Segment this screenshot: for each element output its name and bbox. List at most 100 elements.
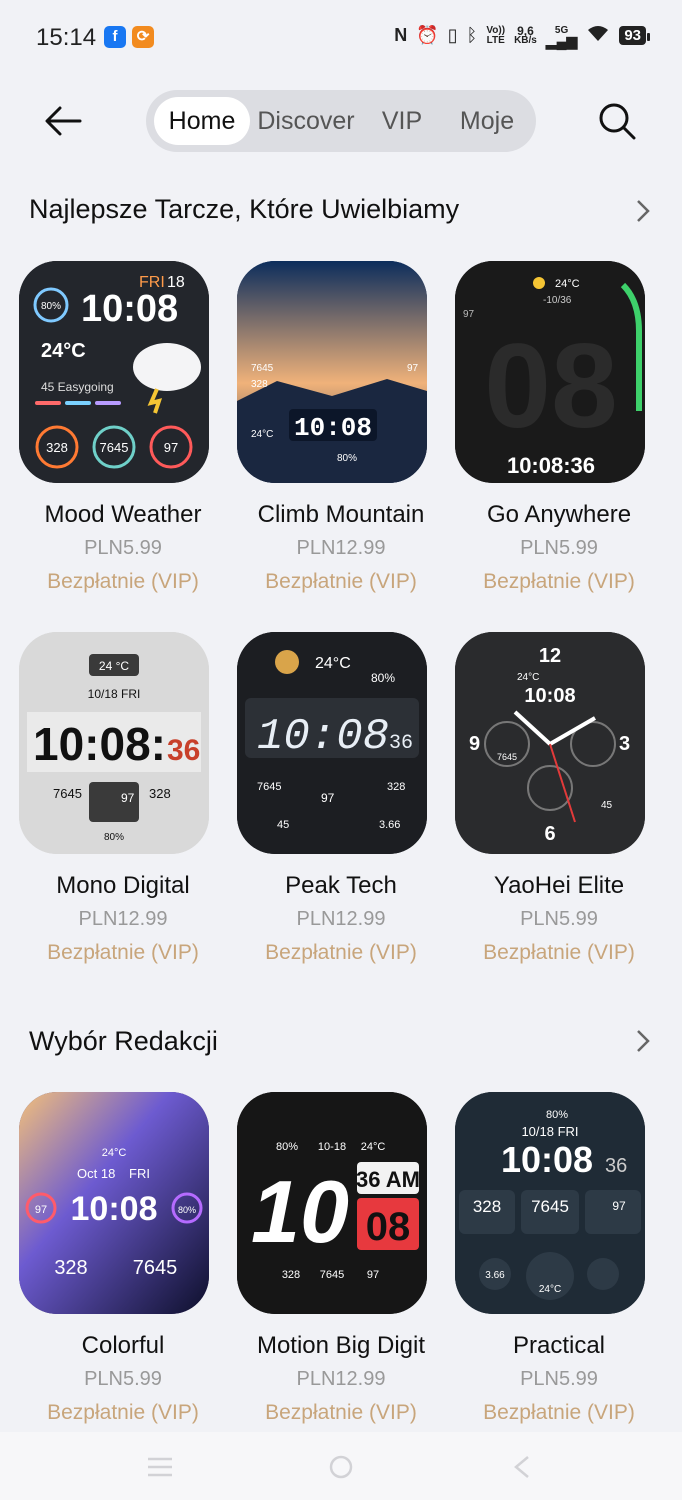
face-text: 328 (473, 1197, 501, 1216)
back-arrow-icon[interactable] (40, 98, 86, 144)
watch-face-preview: 10:08 7645 328 24°C 97 80% (237, 261, 427, 483)
face-text: 10/18 FRI (521, 1124, 578, 1139)
face-price: PLN12.99 (296, 1368, 386, 1390)
face-name: Mono Digital (56, 872, 190, 899)
face-text: 3 (619, 733, 630, 755)
search-icon[interactable] (596, 100, 638, 142)
volte-bottom: LTE (486, 34, 505, 46)
section-title-editors-choice: Wybór Redakcji (29, 1026, 218, 1056)
tab-discover[interactable]: Discover (254, 97, 358, 145)
face-price: PLN5.99 (520, 1368, 598, 1390)
section-title-top-faces: Najlepsze Tarcze, Które Uwielbiamy (29, 194, 460, 224)
tab-home[interactable]: Home (154, 97, 250, 145)
chevron-right-icon[interactable] (630, 196, 654, 226)
face-text: 80% (104, 832, 124, 843)
face-text: 36 (605, 1155, 627, 1177)
tab-vip[interactable]: VIP (368, 97, 436, 145)
face-text: 7645 (497, 752, 517, 762)
face-text: 97 (463, 309, 475, 320)
face-vip-label: Bezpłatnie (VIP) (265, 941, 417, 964)
face-name: Motion Big Digit (256, 1332, 426, 1359)
menu-icon[interactable] (146, 1456, 174, 1483)
wifi-icon (586, 24, 610, 47)
face-text: 80% (546, 1109, 568, 1121)
system-nav-bar (0, 1432, 682, 1500)
face-text: Oct 18 (77, 1166, 115, 1181)
face-price: PLN5.99 (84, 537, 162, 559)
watch-face-preview: 80% FRI 18 10:08 24°C 45 Easygoing 328 7… (19, 261, 209, 483)
face-name: Go Anywhere (486, 501, 632, 528)
tab-moje[interactable]: Moje (446, 97, 528, 145)
face-vip-label: Bezpłatnie (VIP) (265, 1401, 417, 1424)
face-text: 3.66 (379, 819, 400, 831)
face-name: Peak Tech (285, 872, 397, 899)
face-text: 97 (164, 440, 178, 455)
face-name: Climb Mountain (257, 501, 425, 528)
face-name: Mood Weather (44, 501, 202, 528)
face-text: 6 (544, 823, 555, 845)
net-speed: 9,6 KB/s (514, 23, 537, 46)
face-text: 328 (54, 1257, 87, 1279)
face-text: 24°C (555, 278, 580, 290)
face-text: 24°C (251, 429, 273, 440)
face-text: 7645 (531, 1197, 569, 1216)
watch-face-preview: 80% 10-18 24°C 10 36 AM 08 328 7645 97 (237, 1092, 427, 1314)
face-text: 45 (277, 819, 289, 831)
face-text: 97 (407, 363, 419, 374)
home-circle-icon[interactable] (328, 1454, 354, 1485)
bluetooth-icon: ᛒ (466, 25, 478, 45)
face-text: 7645 (257, 781, 281, 793)
watch-face-preview: 12 24°C 10:08 9 3 6 7645 45 (455, 632, 645, 854)
volte-indicator: Vo)) LTE (486, 24, 506, 46)
face-vip-label: Bezpłatnie (VIP) (47, 570, 199, 593)
face-text: 80% (41, 301, 61, 312)
face-text: 10:08 (81, 288, 178, 330)
face-text: 08 (366, 1205, 411, 1249)
face-text: 10:08: (33, 718, 166, 770)
face-text: 3.66 (485, 1270, 505, 1281)
face-text: 24°C (539, 1284, 561, 1295)
face-text: 97 (35, 1204, 47, 1216)
face-text: 10:08:36 (507, 453, 595, 478)
vibrate-icon: ▯ (447, 25, 458, 45)
face-text: 80% (337, 453, 357, 464)
face-text: 24°C (102, 1147, 127, 1159)
face-text: 10:08 (71, 1190, 158, 1228)
facebook-icon: f (104, 26, 126, 48)
face-text: 10:08 (257, 712, 389, 762)
face-text: 24°C (41, 340, 86, 362)
watch-face-preview: 24°C 80% 10:08 36 7645 97 328 45 3.66 (237, 632, 427, 854)
face-text: 45 (601, 800, 613, 811)
face-vip-label: Bezpłatnie (VIP) (47, 1401, 199, 1424)
net-speed-value: 9,6 (517, 23, 534, 38)
face-vip-label: Bezpłatnie (VIP) (483, 570, 635, 593)
chevron-right-icon[interactable] (630, 1026, 654, 1056)
tab-bar: Home Discover VIP Moje (146, 90, 536, 152)
face-text: 7645 (320, 1269, 344, 1281)
face-text: 7645 (251, 363, 274, 374)
back-triangle-icon[interactable] (512, 1454, 532, 1485)
volte-top: Vo)) (486, 24, 506, 36)
face-text: 7645 (133, 1257, 178, 1279)
face-vip-label: Bezpłatnie (VIP) (47, 941, 199, 964)
face-text: 24°C (361, 1141, 386, 1153)
face-text: 10:08 (294, 413, 372, 443)
face-text: 36 (167, 734, 200, 767)
face-text: 24°C (315, 655, 351, 672)
face-text: 328 (149, 786, 171, 801)
face-text: 08 (484, 319, 617, 453)
face-text: 328 (46, 440, 68, 455)
face-text: 328 (251, 379, 268, 390)
face-price: PLN12.99 (78, 908, 168, 930)
status-icons: N ⏰ ▯ ᛒ Vo)) LTE 9,6 KB/s 5G ▂▄▆ 93 (394, 23, 650, 49)
face-text: 7645 (100, 440, 129, 455)
face-text: 10/18 FRI (88, 687, 141, 701)
alarm-icon: ⏰ (416, 25, 439, 45)
status-time: 15:14 (36, 24, 97, 51)
signal-icon: 5G ▂▄▆ (545, 24, 578, 49)
face-text: 80% (371, 671, 395, 685)
face-text: -10/36 (543, 295, 572, 306)
face-text: 36 AM (356, 1167, 420, 1192)
face-text: 328 (387, 781, 405, 793)
watch-face-preview: Oct 18 FRI 10:08 97 80% 328 7645 24°C (19, 1092, 209, 1314)
